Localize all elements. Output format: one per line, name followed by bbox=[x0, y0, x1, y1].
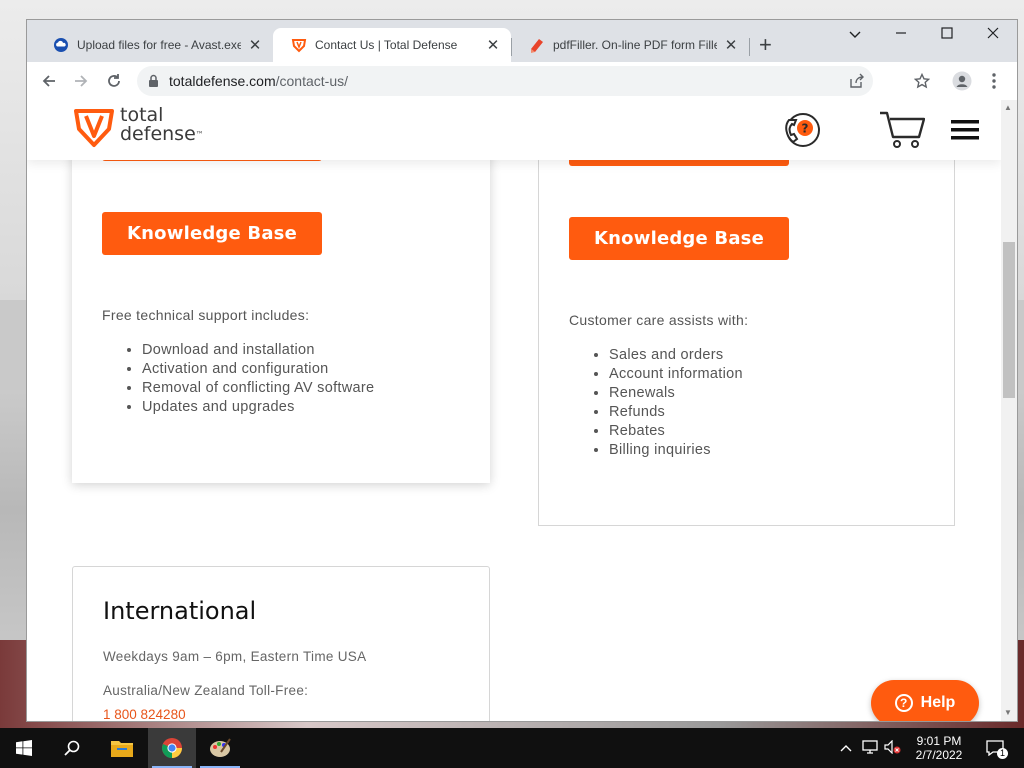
share-icon[interactable] bbox=[849, 73, 865, 89]
pdffiller-icon bbox=[529, 37, 545, 53]
arrow-left-icon bbox=[42, 75, 55, 87]
browser-window: Upload files for free - Avast.exe - ✕ Co… bbox=[27, 20, 1017, 721]
customer-care-card: Knowledge Base Customer care assists wit… bbox=[538, 100, 955, 526]
taskbar-clock[interactable]: 9:01 PM 2/7/2022 bbox=[912, 728, 966, 768]
back-button[interactable] bbox=[39, 71, 59, 91]
international-heading: International bbox=[103, 597, 257, 625]
scrollbar-thumb[interactable] bbox=[1003, 242, 1015, 398]
tab-contact-us[interactable]: Contact Us | Total Defense ✕ bbox=[273, 28, 511, 62]
search-button[interactable] bbox=[48, 728, 96, 768]
new-tab-button[interactable]: + bbox=[759, 34, 772, 56]
action-center-button[interactable]: 1 bbox=[980, 728, 1010, 768]
knowledge-base-button[interactable]: Knowledge Base bbox=[569, 217, 789, 260]
clock-time: 9:01 PM bbox=[916, 734, 962, 748]
windows-logo-icon bbox=[16, 740, 32, 756]
site-header: total defense™ ? bbox=[27, 100, 1001, 160]
address-bar[interactable]: totaldefense.com/contact-us/ bbox=[137, 66, 873, 96]
browser-toolbar: totaldefense.com/contact-us/ bbox=[27, 62, 1017, 101]
cloud-upload-icon bbox=[53, 37, 69, 53]
help-label: Help bbox=[920, 694, 956, 711]
arrow-right-icon bbox=[75, 75, 88, 87]
total-defense-shield-icon bbox=[291, 37, 307, 53]
list-item: Updates and upgrades bbox=[142, 398, 374, 417]
list-item: Refunds bbox=[609, 403, 743, 422]
close-tab-icon[interactable]: ✕ bbox=[247, 36, 263, 54]
search-icon bbox=[64, 740, 80, 756]
url-text: totaldefense.com/contact-us/ bbox=[169, 73, 348, 89]
system-tray bbox=[840, 728, 902, 768]
web-page: total defense™ ? Knowledge Base Free tec… bbox=[27, 100, 1001, 721]
list-item: Removal of conflicting AV software bbox=[142, 379, 374, 398]
chevron-up-icon[interactable] bbox=[840, 741, 854, 755]
phone-support-icon[interactable]: ? bbox=[781, 110, 823, 150]
knowledge-base-button[interactable]: Knowledge Base bbox=[102, 212, 322, 255]
chrome-taskbar-button[interactable] bbox=[148, 728, 196, 768]
browser-menu-button[interactable] bbox=[984, 71, 1004, 91]
tab-search-button[interactable] bbox=[832, 26, 878, 42]
international-hours: Weekdays 9am – 6pm, Eastern Time USA bbox=[103, 649, 367, 664]
list-item: Billing inquiries bbox=[609, 441, 743, 460]
avatar-icon bbox=[952, 71, 972, 91]
profile-button[interactable] bbox=[952, 71, 972, 91]
maximize-button[interactable] bbox=[924, 26, 970, 42]
maximize-icon bbox=[941, 27, 953, 39]
tab-avast-upload[interactable]: Upload files for free - Avast.exe - ✕ bbox=[35, 28, 273, 62]
international-card: International Weekdays 9am – 6pm, Easter… bbox=[72, 566, 490, 721]
help-button[interactable]: ? Help bbox=[871, 680, 979, 721]
close-icon bbox=[987, 27, 999, 39]
forward-button[interactable] bbox=[71, 71, 91, 91]
total-defense-logo-icon bbox=[74, 109, 114, 147]
list-item: Rebates bbox=[609, 422, 743, 441]
list-item: Renewals bbox=[609, 384, 743, 403]
tab-strip: Upload files for free - Avast.exe - ✕ Co… bbox=[27, 20, 1017, 62]
list-item: Account information bbox=[609, 365, 743, 384]
network-icon[interactable] bbox=[862, 739, 878, 757]
minimize-button[interactable] bbox=[878, 26, 924, 42]
close-window-button[interactable] bbox=[970, 26, 1016, 42]
list-item: Sales and orders bbox=[609, 346, 743, 365]
folder-icon bbox=[111, 741, 133, 757]
tab-title: pdfFiller. On-line PDF form Filler bbox=[553, 38, 717, 52]
file-explorer-button[interactable] bbox=[98, 728, 146, 768]
care-intro-text: Customer care assists with: bbox=[569, 312, 749, 328]
lock-icon bbox=[149, 74, 158, 87]
hamburger-menu-icon[interactable] bbox=[951, 120, 979, 140]
windows-taskbar: 9:01 PM 2/7/2022 1 bbox=[0, 728, 1024, 768]
reload-icon bbox=[108, 74, 120, 87]
tab-title: Upload files for free - Avast.exe - bbox=[77, 38, 241, 52]
scroll-up-arrow-icon[interactable]: ▲ bbox=[1004, 103, 1012, 112]
volume-muted-icon[interactable] bbox=[884, 739, 902, 757]
notification-count-badge: 1 bbox=[997, 748, 1008, 759]
list-item: Download and installation bbox=[142, 341, 374, 360]
reload-button[interactable] bbox=[104, 71, 124, 91]
paint-palette-icon bbox=[210, 738, 231, 757]
star-icon bbox=[914, 73, 930, 89]
international-region: Australia/New Zealand Toll-Free: bbox=[103, 683, 309, 698]
scroll-down-arrow-icon[interactable]: ▼ bbox=[1004, 708, 1012, 717]
kebab-menu-icon bbox=[992, 73, 996, 89]
care-items-list: Sales and orders Account information Ren… bbox=[569, 346, 743, 460]
logo-wordmark: total defense™ bbox=[120, 104, 204, 145]
chrome-icon bbox=[162, 738, 182, 759]
tab-title: Contact Us | Total Defense bbox=[315, 38, 458, 52]
list-item: Activation and configuration bbox=[142, 360, 374, 379]
support-items-list: Download and installation Activation and… bbox=[102, 341, 374, 417]
chevron-down-icon bbox=[849, 31, 861, 38]
international-phone-link[interactable]: 1 800 824280 bbox=[103, 707, 186, 721]
start-button[interactable] bbox=[0, 728, 48, 768]
clock-date: 2/7/2022 bbox=[915, 748, 963, 762]
paint-taskbar-button[interactable] bbox=[196, 728, 244, 768]
tab-pdffiller[interactable]: pdfFiller. On-line PDF form Filler ✕ bbox=[511, 28, 749, 62]
support-intro-text: Free technical support includes: bbox=[102, 307, 310, 323]
close-tab-icon[interactable]: ✕ bbox=[723, 36, 739, 54]
svg-text:?: ? bbox=[802, 122, 809, 136]
cart-icon[interactable] bbox=[879, 110, 925, 150]
bookmark-star-button[interactable] bbox=[912, 71, 932, 91]
minimize-icon bbox=[896, 32, 906, 34]
question-icon: ? bbox=[894, 694, 913, 712]
close-tab-icon[interactable]: ✕ bbox=[485, 36, 501, 54]
tab-divider bbox=[749, 38, 750, 56]
page-scrollbar[interactable]: ▲ ▼ bbox=[1001, 100, 1017, 721]
